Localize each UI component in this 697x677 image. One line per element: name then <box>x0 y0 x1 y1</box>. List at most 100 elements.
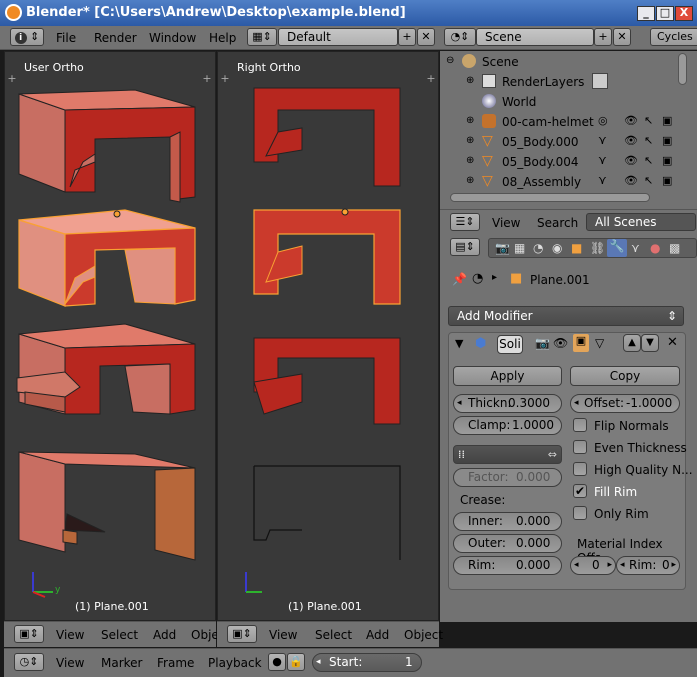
menu-marker[interactable]: Marker <box>101 656 142 670</box>
fill-rim-checkbox[interactable]: ✔ <box>573 484 587 498</box>
only-rim-checkbox[interactable] <box>573 506 587 520</box>
screen-layout-icon-button[interactable]: ▦⇕ <box>247 28 277 46</box>
render-toggle-icon[interactable]: 📷 <box>535 336 550 350</box>
add-screen-button[interactable]: + <box>398 28 416 46</box>
render-engine-dropdown[interactable]: Cycles <box>650 28 697 46</box>
render-camera-icon[interactable]: ▣ <box>662 154 672 167</box>
modifier-name-field[interactable]: Soli <box>497 335 523 354</box>
menu-render[interactable]: Render <box>94 31 137 45</box>
render-camera-icon[interactable]: ▣ <box>662 174 672 187</box>
menu-object[interactable]: Obje <box>191 628 219 642</box>
menu-file[interactable]: File <box>56 31 76 45</box>
editor-type-button[interactable]: ▣⇕ <box>14 625 44 643</box>
menu-playback[interactable]: Playback <box>208 656 262 670</box>
outer-crease-field[interactable]: Outer: 0.000 <box>453 534 562 553</box>
outliner-item-renderlayers[interactable]: ⊕ RenderLayers <box>440 72 690 92</box>
eye-icon[interactable]: 👁 <box>624 134 638 147</box>
outliner-item-scene[interactable]: ⊖ Scene <box>440 52 690 72</box>
offset-field[interactable]: ◂ Offset: -1.0000 <box>570 394 680 413</box>
material-rim-index-field[interactable]: ◂ Rim: 0 ▸ <box>616 556 680 575</box>
move-down-button[interactable]: ▼ <box>641 334 659 352</box>
viewport-right-ortho[interactable]: Right Ortho + + (1) Plane.001 <box>217 51 439 621</box>
outliner-hscrollbar[interactable] <box>450 193 650 202</box>
display-mode-dropdown[interactable]: All Scenes <box>586 213 696 231</box>
menu-add[interactable]: Add <box>366 628 389 642</box>
world-tab-icon[interactable]: ◉ <box>552 241 562 255</box>
cursor-icon[interactable]: ↖ <box>644 154 653 167</box>
apply-button[interactable]: Apply <box>453 366 562 386</box>
menu-view[interactable]: View <box>56 628 84 642</box>
viewport-toggle-icon[interactable]: 👁 <box>553 336 568 350</box>
clamp-field[interactable]: Clamp: 1.0000 <box>453 416 562 435</box>
expand-icon[interactable]: ⊕ <box>466 115 474 126</box>
outliner-item-cam-helmet[interactable]: ⊕ 00-cam-helmet ◎ 👁 ↖ ▣ <box>440 112 690 132</box>
editor-type-button[interactable]: ▤⇕ <box>450 238 480 256</box>
vertex-group-field[interactable]: ⁞⁞ ⇔ <box>453 445 562 464</box>
scene-tab-icon[interactable]: ◔ <box>533 241 543 255</box>
outliner-item-body004[interactable]: ⊕ ▽ 05_Body.004 ⋎ 👁 ↖ ▣ <box>440 152 690 172</box>
expand-icon[interactable]: ⊕ <box>466 75 474 86</box>
remove-screen-button[interactable]: ✕ <box>417 28 435 46</box>
high-quality-normals-checkbox[interactable] <box>573 462 587 476</box>
menu-help[interactable]: Help <box>209 31 236 45</box>
editor-type-button[interactable]: ☰⇕ <box>450 213 480 231</box>
outliner-item-world[interactable]: World <box>440 92 690 112</box>
object-tab-icon[interactable]: ■ <box>571 241 582 255</box>
minimize-button[interactable]: _ <box>637 6 655 21</box>
viewport-user-ortho[interactable]: User Ortho + + y (1) Plane.001 <box>4 51 216 621</box>
material-tab-icon[interactable]: ● <box>650 241 660 255</box>
move-up-button[interactable]: ▲ <box>623 334 641 352</box>
add-scene-button[interactable]: + <box>594 28 612 46</box>
expand-icon[interactable]: ⊕ <box>466 155 474 166</box>
remove-scene-button[interactable]: ✕ <box>613 28 631 46</box>
modifiers-tab-icon[interactable]: 🔧 <box>607 239 627 257</box>
expand-icon[interactable]: ⊕ <box>466 135 474 146</box>
inner-crease-field[interactable]: Inner: 0.000 <box>453 512 562 531</box>
pin-icon[interactable]: 📌 <box>452 272 467 286</box>
menu-add[interactable]: Add <box>153 628 176 642</box>
thickness-field[interactable]: ◂ Thickn: 0.3000 <box>453 394 562 413</box>
menu-select[interactable]: Select <box>315 628 352 642</box>
scene-icon-button[interactable]: ◔⇕ <box>444 28 476 46</box>
flip-normals-checkbox[interactable] <box>573 418 587 432</box>
collapse-triangle-icon[interactable]: ▼ <box>455 337 463 350</box>
maximize-button[interactable]: □ <box>656 6 674 21</box>
material-index-field[interactable]: ◂ 0 ▸ <box>570 556 616 575</box>
menu-view[interactable]: View <box>56 656 84 670</box>
close-button[interactable]: X <box>675 6 693 21</box>
screen-layout-field[interactable]: Default <box>278 28 398 46</box>
menu-frame[interactable]: Frame <box>157 656 194 670</box>
cage-toggle-icon[interactable]: ▽ <box>595 336 604 350</box>
eye-icon[interactable]: 👁 <box>624 154 638 167</box>
factor-field[interactable]: Factor: 0.000 <box>453 468 562 487</box>
render-tab-icon[interactable]: 📷 <box>495 241 510 255</box>
menu-search[interactable]: Search <box>537 216 578 230</box>
editor-type-button[interactable]: ▣⇕ <box>227 625 257 643</box>
eye-icon[interactable]: 👁 <box>624 174 638 187</box>
render-layer-icon[interactable] <box>592 73 608 89</box>
cursor-icon[interactable]: ↖ <box>644 134 653 147</box>
remove-modifier-icon[interactable]: ✕ <box>667 335 678 350</box>
even-thickness-checkbox[interactable] <box>573 440 587 454</box>
render-camera-icon[interactable]: ▣ <box>662 134 672 147</box>
menu-select[interactable]: Select <box>101 628 138 642</box>
texture-tab-icon[interactable]: ▩ <box>669 241 680 255</box>
render-camera-icon[interactable]: ▣ <box>662 114 672 127</box>
menu-window[interactable]: Window <box>149 31 196 45</box>
editor-type-info-button[interactable]: i ⇕ <box>10 28 44 46</box>
menu-object[interactable]: Object <box>404 628 443 642</box>
render-layers-tab-icon[interactable]: ▦ <box>514 241 525 255</box>
data-tab-icon[interactable]: ⋎ <box>631 241 640 255</box>
keying-lock-button[interactable]: 🔒 <box>287 653 305 671</box>
copy-button[interactable]: Copy <box>570 366 680 386</box>
collapse-icon[interactable]: ⊖ <box>446 55 454 66</box>
menu-view[interactable]: View <box>492 216 520 230</box>
outliner-vscrollbar[interactable] <box>678 53 687 85</box>
cursor-icon[interactable]: ↖ <box>644 174 653 187</box>
add-modifier-dropdown[interactable]: Add Modifier ⇕ <box>448 306 684 326</box>
rim-crease-field[interactable]: Rim: 0.000 <box>453 556 562 575</box>
start-frame-field[interactable]: ◂ Start: 1 <box>312 653 422 672</box>
menu-view[interactable]: View <box>269 628 297 642</box>
editor-type-button[interactable]: ◷⇕ <box>14 653 44 671</box>
expand-icon[interactable]: ⊕ <box>466 175 474 186</box>
